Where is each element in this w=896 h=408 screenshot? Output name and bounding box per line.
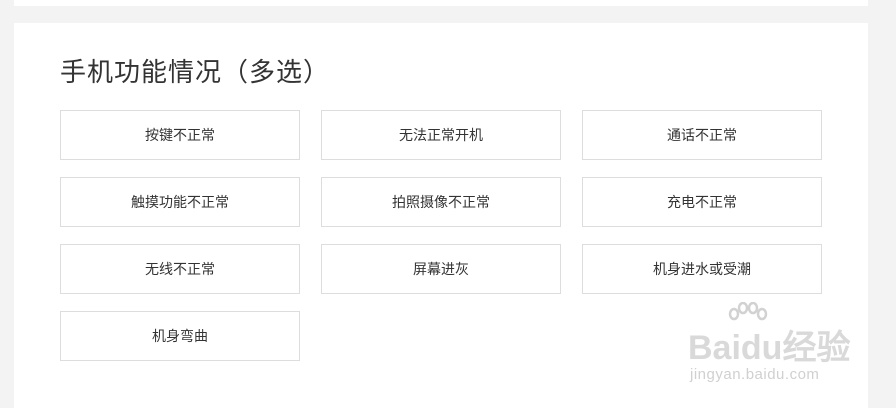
option-button[interactable]: 触摸功能不正常 xyxy=(60,177,300,227)
option-button[interactable]: 机身进水或受潮 xyxy=(582,244,822,294)
option-button[interactable]: 通话不正常 xyxy=(582,110,822,160)
option-button[interactable]: 拍照摄像不正常 xyxy=(321,177,561,227)
options-grid: 按键不正常 无法正常开机 通话不正常 触摸功能不正常 拍照摄像不正常 充电不正常… xyxy=(60,110,822,361)
function-status-card: 手机功能情况（多选） 按键不正常 无法正常开机 通话不正常 触摸功能不正常 拍照… xyxy=(14,23,868,408)
option-button[interactable]: 按键不正常 xyxy=(60,110,300,160)
option-button[interactable]: 无法正常开机 xyxy=(321,110,561,160)
section-title: 手机功能情况（多选） xyxy=(60,58,331,88)
option-button[interactable]: 机身弯曲 xyxy=(60,311,300,361)
option-button[interactable]: 屏幕进灰 xyxy=(321,244,561,294)
option-button[interactable]: 充电不正常 xyxy=(582,177,822,227)
option-button[interactable]: 无线不正常 xyxy=(60,244,300,294)
previous-card-edge xyxy=(14,0,868,6)
